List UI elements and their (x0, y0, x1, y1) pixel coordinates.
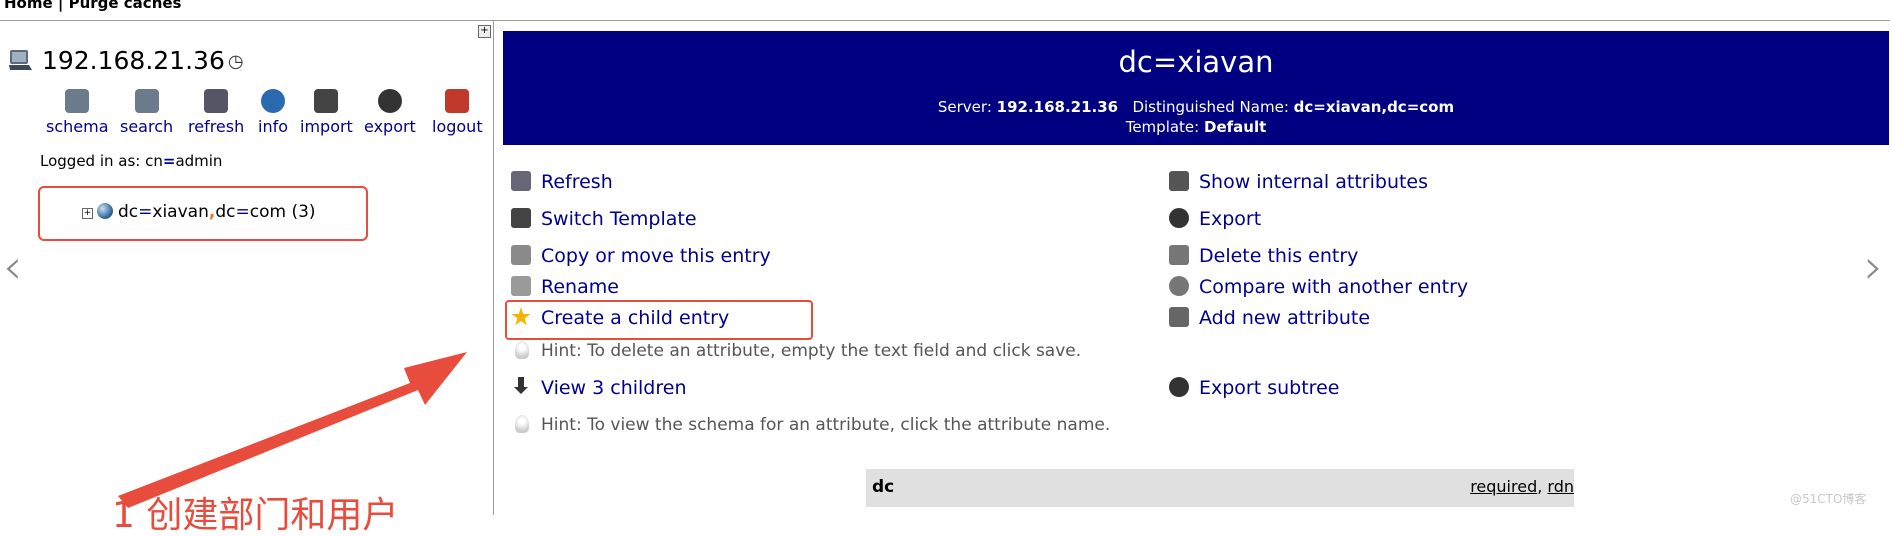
previous-arrow-icon[interactable]: ‹ (3, 243, 22, 291)
rdn-link[interactable]: rdn (1547, 477, 1574, 496)
expand-tree-icon[interactable]: + (82, 208, 93, 219)
export-icon (1169, 208, 1189, 228)
create-child-highlight-box (505, 300, 813, 340)
search-icon (134, 89, 159, 113)
logout-icon (445, 89, 470, 113)
required-link[interactable]: required (1470, 477, 1537, 496)
template-icon (511, 208, 531, 228)
refresh-icon (511, 171, 531, 191)
compare-entry-link[interactable]: Compare with another entry (1169, 276, 1468, 298)
magnifier-icon (1169, 276, 1189, 296)
globe-icon (97, 203, 113, 219)
rename-link[interactable]: Rename (511, 276, 619, 298)
info-button[interactable]: info (258, 89, 288, 136)
export-link[interactable]: Export (1169, 208, 1261, 230)
search-button[interactable]: search (120, 89, 173, 136)
tree-item-root[interactable]: + dc=xiavan,dc=com (3) (82, 202, 316, 222)
entry-title: dc=xiavan (1118, 45, 1274, 79)
export-icon (377, 89, 402, 113)
server-address[interactable]: 192.168.21.36 (42, 46, 225, 75)
top-nav-links[interactable]: Home | Purge caches (4, 0, 181, 12)
delete-entry-link[interactable]: Delete this entry (1169, 245, 1358, 267)
next-arrow-icon[interactable]: › (1864, 243, 1883, 291)
show-internal-attributes-link[interactable]: Show internal attributes (1169, 171, 1428, 193)
schema-button[interactable]: schema (46, 89, 109, 136)
switch-template-link[interactable]: Switch Template (511, 208, 697, 230)
clock-icon: ◷ (227, 51, 244, 72)
server-computer-icon (9, 50, 32, 70)
lightbulb-icon (515, 415, 529, 433)
export-subtree-link[interactable]: Export subtree (1169, 377, 1339, 399)
add-attribute-link[interactable]: Add new attribute (1169, 307, 1370, 329)
hint-delete-attribute: Hint: To delete an attribute, empty the … (515, 341, 1081, 361)
info-icon (261, 89, 285, 113)
lightbulb-icon (515, 341, 529, 359)
download-arrow-icon (514, 377, 528, 394)
top-nav: Home | Purge caches (0, 0, 1890, 21)
expand-panel-icon[interactable]: + (478, 25, 491, 38)
attribute-row-dc: dc required, rdn (866, 469, 1574, 507)
copy-move-link[interactable]: Copy or move this entry (511, 245, 771, 267)
export-icon (1169, 377, 1189, 397)
left-panel: + 192.168.21.36 ◷ schema search refresh i… (0, 21, 494, 515)
child-count: (3) (291, 202, 316, 222)
annotation-text: 1 创建部门和用户 (112, 495, 399, 536)
export-button[interactable]: export (364, 89, 416, 136)
tools-icon (1169, 171, 1189, 191)
refresh-link[interactable]: Refresh (511, 171, 613, 193)
attribute-name[interactable]: dc (872, 477, 894, 497)
refresh-icon (204, 89, 229, 113)
add-attribute-icon (1169, 307, 1189, 327)
server-title: 192.168.21.36 ◷ (8, 46, 244, 75)
import-icon (314, 89, 339, 113)
copy-icon (511, 245, 531, 265)
watermark: @51CTO博客 (1790, 492, 1867, 506)
hint-view-schema: Hint: To view the schema for an attribut… (515, 415, 1110, 435)
refresh-button[interactable]: refresh (188, 89, 244, 136)
trash-icon (1169, 245, 1189, 265)
logout-button[interactable]: logout (432, 89, 483, 136)
entry-header: dc=xiavan Server: 192.168.21.36 Distingu… (503, 31, 1889, 145)
rename-icon (511, 276, 531, 296)
schema-icon (65, 89, 90, 113)
import-button[interactable]: import (300, 89, 353, 136)
entry-details: Server: 192.168.21.36 Distinguished Name… (937, 98, 1455, 136)
tree-highlight-box: + dc=xiavan,dc=com (3) (38, 186, 368, 241)
view-children-link[interactable]: View 3 children (511, 377, 687, 399)
attribute-flags: required, rdn (1470, 477, 1574, 496)
logged-in-status: Logged in as: cn=admin (40, 152, 223, 170)
